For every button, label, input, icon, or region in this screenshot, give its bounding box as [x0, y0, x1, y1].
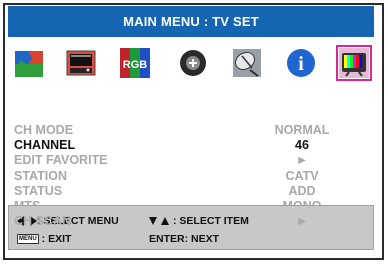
- rgb-icon[interactable]: RGB: [120, 48, 150, 78]
- menu-title-bar: MAIN MENU : TV SET: [8, 6, 374, 37]
- menu-item-station[interactable]: STATION CATV: [14, 169, 334, 185]
- info-icon-letter: i: [298, 53, 304, 75]
- menu-item-channel[interactable]: CHANNEL 46: [14, 138, 334, 154]
- puzzle-icon[interactable]: [14, 48, 44, 78]
- menu-key-icon: MENU: [17, 233, 39, 244]
- menu-item-value: CATV: [285, 168, 319, 183]
- menu-item-status[interactable]: STATUS ADD: [14, 184, 334, 200]
- menu-item-value: NORMAL: [274, 123, 330, 137]
- rgb-icon-label: RGB: [123, 59, 148, 71]
- satellite-dish-icon[interactable]: [232, 48, 262, 78]
- enter-next-hint: ENTER: NEXT: [149, 231, 219, 246]
- menu-item-label: STATUS: [14, 183, 63, 198]
- exit-hint: MENU : EXIT: [17, 231, 71, 246]
- menu-item-label: STATION: [14, 168, 68, 183]
- exit-text: : EXIT: [41, 232, 72, 245]
- menu-item-label: EDIT FAVORITE: [14, 153, 108, 168]
- menu-item-label: CH MODE: [14, 123, 74, 137]
- menu-item-ch-mode[interactable]: CH MODE NORMAL: [14, 123, 334, 139]
- menu-item-value: 46: [295, 138, 309, 153]
- tv-set-icon[interactable]: [336, 45, 372, 81]
- enter-next-text: ENTER: NEXT: [149, 232, 220, 245]
- menu-item-ch-scan[interactable]: CH SCAN ►: [14, 214, 334, 230]
- circle-plus-icon[interactable]: [178, 48, 208, 78]
- menu-item-edit-favorite[interactable]: EDIT FAVORITE ►: [14, 153, 334, 169]
- menu-item-value: ADD: [288, 183, 316, 198]
- menu-item-label: CH SCAN: [14, 214, 71, 229]
- menu-title: MAIN MENU : TV SET: [123, 14, 259, 29]
- submenu-arrow-icon: ►: [295, 153, 309, 168]
- info-icon[interactable]: i: [286, 48, 316, 78]
- submenu-arrow-icon: ►: [295, 214, 309, 229]
- menu-item-label: CHANNEL: [14, 138, 76, 153]
- tv-screen-icon[interactable]: [66, 48, 96, 78]
